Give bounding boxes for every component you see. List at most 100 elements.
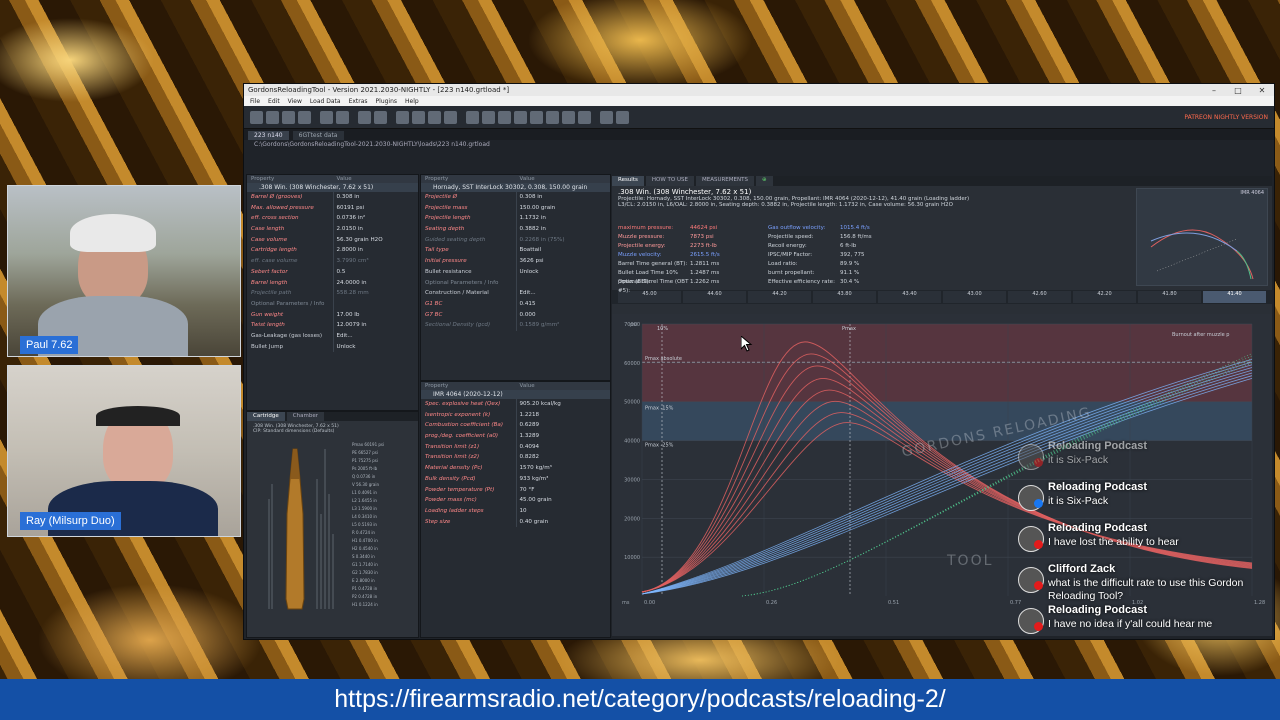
print-icon[interactable] <box>320 110 333 124</box>
target-icon[interactable] <box>498 110 511 124</box>
refresh-icon[interactable] <box>298 110 311 124</box>
property-row[interactable]: Case length 2.0150 in <box>247 224 418 235</box>
property-value[interactable]: 0.415 <box>515 298 611 310</box>
property-value[interactable]: 70 °F <box>515 484 611 496</box>
ladder-step[interactable]: 43.40 <box>878 291 941 303</box>
tab-6gt-test-data[interactable]: 6GTtest data <box>292 131 344 140</box>
property-row[interactable]: Projectile Ø 0.308 in <box>421 192 610 203</box>
property-value[interactable]: 1570 kg/m³ <box>515 463 611 474</box>
ladder-step[interactable]: 43.00 <box>943 291 1006 303</box>
property-row[interactable]: Isentropic exponent (k) 1.2218 <box>421 409 611 421</box>
tab-223-n140[interactable]: 223 n140 <box>248 131 289 140</box>
save-icon[interactable] <box>282 110 295 124</box>
property-row[interactable]: Tail type Boattail <box>421 245 611 257</box>
tab-how-to-use[interactable]: HOW TO USE <box>645 176 694 186</box>
tools-icon[interactable] <box>530 110 543 124</box>
bullet-icon[interactable] <box>428 110 441 124</box>
ladder-step[interactable]: 44.20 <box>748 291 811 303</box>
ladder-step[interactable]: 44.60 <box>683 291 746 303</box>
property-row[interactable]: Loading ladder steps 10 <box>421 505 611 517</box>
property-value[interactable]: 1.1732 in <box>515 213 611 225</box>
property-row[interactable]: Bullet resistance Unlock <box>421 266 611 278</box>
property-row[interactable]: Barrel Ø (grooves) 0.308 in <box>247 192 418 203</box>
property-row[interactable]: Sectional Density (gcd) 0.1589 g/mm² <box>421 320 610 331</box>
property-value[interactable]: 1.2218 <box>515 409 611 421</box>
minimize-icon[interactable]: – <box>1202 86 1226 95</box>
property-value[interactable]: Edit... <box>515 288 611 299</box>
chart-icon[interactable] <box>578 110 591 124</box>
property-value[interactable]: Boattail <box>515 245 611 257</box>
property-value[interactable]: 0.8282 <box>515 452 611 464</box>
property-value[interactable]: 2.0150 in <box>332 224 419 235</box>
property-row[interactable]: Initial pressure 3626 psi <box>421 256 610 267</box>
property-row[interactable]: Projectile path 558.28 mm <box>247 288 418 299</box>
property-value[interactable]: Unlock <box>515 266 611 278</box>
property-value[interactable]: 17.00 lb <box>332 309 419 321</box>
ladder-step[interactable]: 42.20 <box>1073 291 1136 303</box>
property-row[interactable]: Material density (Pc) 1570 kg/m³ <box>421 463 610 474</box>
property-value[interactable]: 0.4094 <box>515 441 611 453</box>
property-row[interactable]: Projectile mass 150.00 grain <box>421 202 611 214</box>
property-row[interactable]: Step size 0.40 grain <box>421 516 611 528</box>
property-row[interactable]: eff. case volume 3.7990 cm³ <box>247 256 418 267</box>
property-value[interactable]: 60191 psi <box>332 202 419 214</box>
ladder-step[interactable]: 42.60 <box>1008 291 1071 303</box>
export-icon[interactable] <box>336 110 349 124</box>
gear-icon[interactable] <box>546 110 559 124</box>
table-icon[interactable] <box>482 110 495 124</box>
powder-section[interactable]: IMR 4064 (2020-12-12) <box>421 390 610 399</box>
puzzle-icon[interactable] <box>600 110 613 124</box>
property-value[interactable] <box>515 277 611 289</box>
property-value[interactable]: Edit... <box>332 330 419 342</box>
ladder-step[interactable]: 41.80 <box>1138 291 1201 303</box>
property-value[interactable]: 3626 psi <box>515 256 611 267</box>
property-row[interactable]: Powder temperature (Pt) 70 °F <box>421 484 611 496</box>
settings-icon[interactable] <box>562 110 575 124</box>
property-value[interactable]: 0.40 grain <box>515 516 611 528</box>
property-value[interactable]: 3.7990 cm³ <box>332 256 419 267</box>
close-icon[interactable]: ✕ <box>1250 86 1274 95</box>
menu-extras[interactable]: Extras <box>349 98 368 105</box>
tab-measurements[interactable]: MEASUREMENTS <box>695 176 754 186</box>
property-value[interactable]: 10 <box>515 505 611 517</box>
rifle-icon[interactable] <box>514 110 527 124</box>
ladder-step[interactable]: 41.40 <box>1203 291 1266 303</box>
property-value[interactable]: 905.20 kcal/kg <box>515 399 611 410</box>
menu-edit[interactable]: Edit <box>268 98 280 105</box>
property-row[interactable]: Spec. explosive heat (Qex) 905.20 kcal/kg <box>421 399 610 410</box>
property-row[interactable]: Case volume 56.30 grain H2O <box>247 234 419 246</box>
property-value[interactable]: 0.308 in <box>515 192 611 203</box>
open-file-icon[interactable] <box>266 110 279 124</box>
property-value[interactable]: 1.3289 <box>515 431 611 442</box>
menu-help[interactable]: Help <box>405 98 419 105</box>
grid-icon[interactable] <box>466 110 479 124</box>
property-value[interactable]: 933 kg/m³ <box>515 473 611 485</box>
property-row[interactable]: Guided seating depth 0.2268 in (75%) <box>421 234 610 246</box>
help-icon[interactable] <box>616 110 629 124</box>
menu-view[interactable]: View <box>288 98 302 105</box>
property-value[interactable] <box>332 298 419 310</box>
add-tab-icon[interactable]: ⊕ <box>755 176 773 186</box>
property-value[interactable]: 0.3882 in <box>515 224 611 235</box>
property-row[interactable]: Optional Parameters / Info <box>247 298 419 310</box>
property-row[interactable]: Sebert factor 0.5 <box>247 266 418 278</box>
cartridge-section[interactable]: .308 Win. (308 Winchester, 7.62 x 51) <box>247 183 418 192</box>
projectile-section[interactable]: Hornady, SST InterLock 30302, 0.308, 150… <box>421 183 610 192</box>
ruler-icon[interactable] <box>374 110 387 124</box>
property-row[interactable]: Combustion coefficient (Ba) 0.6289 <box>421 420 611 432</box>
menu-load-data[interactable]: Load Data <box>310 98 341 105</box>
maximize-icon[interactable]: □ <box>1226 86 1250 95</box>
property-row[interactable]: Barrel length 24.0000 in <box>247 277 418 289</box>
patreon-label[interactable]: PATREON NIGHTLY VERSION <box>1184 114 1268 121</box>
property-value[interactable]: 150.00 grain <box>515 202 611 214</box>
property-value[interactable]: 0.000 <box>515 309 611 321</box>
property-row[interactable]: Transition limit (z1) 0.4094 <box>421 441 611 453</box>
tab-chamber[interactable]: Chamber <box>286 412 324 421</box>
property-row[interactable]: Cartridge length 2.8000 in <box>247 245 418 257</box>
property-row[interactable]: eff. cross section 0.0736 in² <box>247 213 418 225</box>
property-value[interactable]: 0.6289 <box>515 420 611 432</box>
property-row[interactable]: Bulk density (Pcd) 933 kg/m³ <box>421 473 611 485</box>
property-value[interactable]: 56.30 grain H2O <box>332 234 419 246</box>
tab-cartridge[interactable]: Cartridge <box>247 412 285 421</box>
ladder-step[interactable]: 43.80 <box>813 291 876 303</box>
